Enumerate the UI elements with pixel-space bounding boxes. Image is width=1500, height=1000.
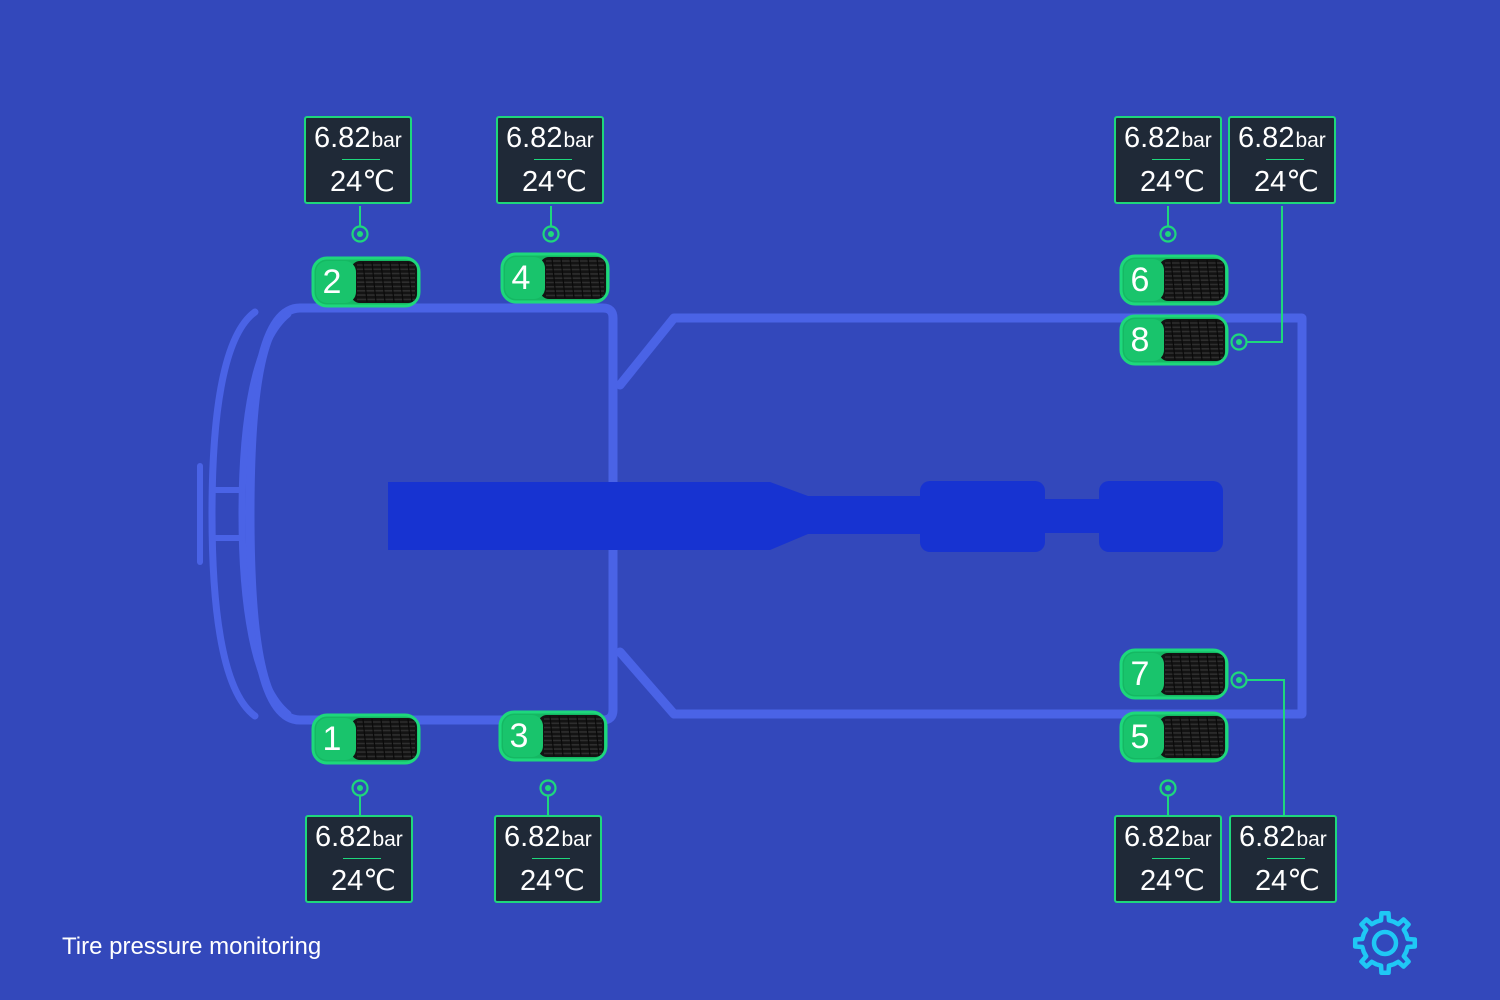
temperature-value: 24℃ [1140,863,1220,899]
pressure-number: 6.82 [1238,122,1295,154]
tire-icon [311,256,421,308]
tire-readout-8: 6.82bar 24℃ [1228,116,1336,204]
tire-2[interactable]: 2 [311,256,421,308]
readout-divider [1266,159,1304,160]
drive-shaft [388,481,1223,552]
temperature-number: 24 [1140,166,1173,198]
temperature-number: 24 [1140,865,1173,897]
temperature-value: 24℃ [1255,863,1335,899]
temperature-value: 24℃ [1140,164,1220,200]
temperature-value: 24℃ [1254,164,1334,200]
tire-icon [500,252,610,304]
readout-divider [1152,858,1190,859]
pressure-unit: bar [1295,129,1326,152]
pressure-value: 6.82bar [506,120,602,156]
pressure-unit: bar [563,129,594,152]
temperature-unit: ℃ [363,865,396,897]
tire-6[interactable]: 6 [1119,254,1229,306]
pressure-number: 6.82 [315,821,372,853]
sensor-dot-icon [351,779,369,797]
tire-7[interactable]: 7 [1119,648,1229,700]
temperature-unit: ℃ [1287,865,1320,897]
tire-icon [1119,314,1229,366]
pressure-value: 6.82bar [315,819,411,855]
tire-readout-7: 6.82bar 24℃ [1229,815,1337,903]
sensor-dot-icon [351,225,369,243]
pressure-number: 6.82 [314,122,371,154]
temperature-number: 24 [331,865,364,897]
readout-divider [342,159,380,160]
tire-readout-6: 6.82bar 24℃ [1114,116,1222,204]
temperature-unit: ℃ [1286,166,1319,198]
pressure-number: 6.82 [1239,821,1296,853]
temperature-unit: ℃ [552,865,585,897]
pressure-number: 6.82 [504,821,561,853]
page-title: Tire pressure monitoring [62,933,322,960]
gear-icon [1352,910,1418,976]
temperature-value: 24℃ [520,863,600,899]
pressure-value: 6.82bar [1239,819,1335,855]
tire-1[interactable]: 1 [311,713,421,765]
pressure-number: 6.82 [1124,122,1181,154]
settings-button[interactable] [1350,908,1420,978]
temperature-number: 24 [522,166,555,198]
tire-icon [311,713,421,765]
pressure-value: 6.82bar [504,819,600,855]
tire-readout-3: 6.82bar 24℃ [494,815,602,903]
temperature-value: 24℃ [522,164,602,200]
temperature-value: 24℃ [331,863,411,899]
pressure-value: 6.82bar [1124,819,1220,855]
tire-readout-2: 6.82bar 24℃ [304,116,412,204]
pressure-unit: bar [1181,129,1212,152]
readout-divider [1152,159,1190,160]
tire-readout-5: 6.82bar 24℃ [1114,815,1222,903]
readout-divider [1267,858,1305,859]
sensor-dot-icon [1159,225,1177,243]
temperature-number: 24 [1254,166,1287,198]
sensor-dot-icon [542,225,560,243]
temperature-unit: ℃ [1172,865,1205,897]
temperature-number: 24 [1255,865,1288,897]
tire-icon [1119,648,1229,700]
temperature-value: 24℃ [330,164,410,200]
temperature-number: 24 [520,865,553,897]
temperature-unit: ℃ [362,166,395,198]
tire-3[interactable]: 3 [498,710,608,762]
temperature-unit: ℃ [1172,166,1205,198]
pressure-unit: bar [561,828,592,851]
tire-icon [498,710,608,762]
tire-4[interactable]: 4 [500,252,610,304]
tire-icon [1119,711,1229,763]
pressure-number: 6.82 [506,122,563,154]
tire-readout-4: 6.82bar 24℃ [496,116,604,204]
pressure-number: 6.82 [1124,821,1181,853]
temperature-number: 24 [330,166,363,198]
tire-8[interactable]: 8 [1119,314,1229,366]
readout-divider [534,159,572,160]
temperature-unit: ℃ [554,166,587,198]
pressure-unit: bar [372,828,403,851]
pressure-value: 6.82bar [1124,120,1220,156]
tire-icon [1119,254,1229,306]
pressure-value: 6.82bar [1238,120,1334,156]
tpms-screen: 12345678 6.82bar 24℃ 6.82bar 24℃ 6.82bar 24℃ 6… [0,0,1500,1000]
sensor-dot-icon [1230,333,1248,351]
readout-divider [532,858,570,859]
sensor-dot-icon [1230,671,1248,689]
sensor-dot-icon [539,779,557,797]
tire-readout-1: 6.82bar 24℃ [305,815,413,903]
pressure-unit: bar [1181,828,1212,851]
pressure-unit: bar [1296,828,1327,851]
tire-5[interactable]: 5 [1119,711,1229,763]
pressure-unit: bar [371,129,402,152]
readout-divider [343,858,381,859]
pressure-value: 6.82bar [314,120,410,156]
sensor-dot-icon [1159,779,1177,797]
